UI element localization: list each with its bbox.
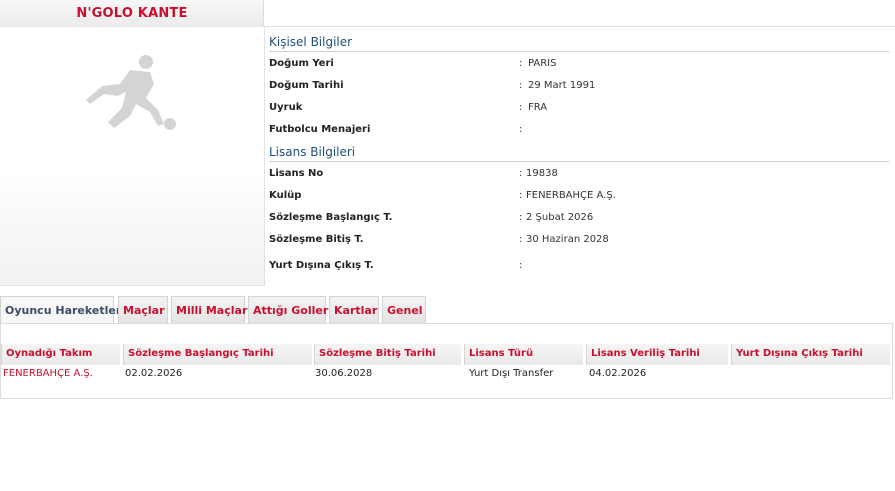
info-label: Sözleşme Başlangıç T. <box>269 212 393 223</box>
cell-license-type: Yurt Dışı Transfer <box>469 368 554 379</box>
info-colon: : <box>519 260 523 271</box>
info-colon: : <box>519 190 523 201</box>
info-row-nationality: Uyruk : FRA <box>269 102 889 118</box>
info-row-club: Kulüp : FENERBAHÇE A.Ş. <box>269 190 889 206</box>
info-colon: : <box>519 102 523 113</box>
personal-info-title: Kişisel Bilgiler <box>269 35 889 52</box>
player-name: N'GOLO KANTE <box>76 6 188 21</box>
info-row-birthdate: Doğum Tarihi : 29 Mart 1991 <box>269 80 889 96</box>
column-header-contract-end: Sözleşme Bitiş Tarihi <box>314 344 462 365</box>
info-label: Futbolcu Menajeri <box>269 124 371 135</box>
info-label: Lisans No <box>269 168 324 179</box>
column-header-abroad-exit: Yurt Dışına Çıkış Tarihi <box>731 344 891 365</box>
column-header-team: Oynadığı Takım <box>1 344 121 365</box>
tab-national-matches[interactable]: Milli Maçlar <box>171 296 247 323</box>
license-info-title: Lisans Bilgileri <box>269 145 889 162</box>
info-row-license-no: Lisans No : 19838 <box>269 168 889 184</box>
info-colon: : <box>519 80 523 91</box>
tab-matches[interactable]: Maçlar <box>118 296 168 323</box>
info-label: Yurt Dışına Çıkış T. <box>269 260 374 271</box>
column-header-license-date: Lisans Veriliş Tarihi <box>586 344 729 365</box>
tab-general[interactable]: Genel <box>382 296 426 323</box>
info-row-contract-end: Sözleşme Bitiş T. : 30 Haziran 2028 <box>269 234 889 250</box>
info-value: FENERBAHÇE A.Ş. <box>526 190 616 201</box>
info-value: 2 Şubat 2026 <box>526 212 594 223</box>
info-row-contract-start: Sözleşme Başlangıç T. : 2 Şubat 2026 <box>269 212 889 228</box>
info-label: Kulüp <box>269 190 302 201</box>
tab-goals[interactable]: Attığı Goller <box>248 296 328 323</box>
cell-license-date: 04.02.2026 <box>589 368 647 379</box>
info-colon: : <box>519 124 523 135</box>
info-row-birthplace: Doğum Yeri : PARIS <box>269 58 889 74</box>
info-colon: : <box>519 58 523 69</box>
cell-team[interactable]: FENERBAHÇE A.Ş. <box>3 368 93 379</box>
info-colon: : <box>519 212 523 223</box>
info-label: Doğum Tarihi <box>269 80 344 91</box>
column-header-license-type: Lisans Türü <box>464 344 584 365</box>
movements-table: Oynadığı Takım Sözleşme Başlangıç Tarihi… <box>0 323 893 399</box>
info-label: Doğum Yeri <box>269 58 334 69</box>
tab-player-movements[interactable]: Oyuncu Hareketleri <box>0 296 125 323</box>
info-value: 29 Mart 1991 <box>528 80 596 91</box>
player-info-panel: Kişisel Bilgiler Doğum Yeri : PARIS Doğu… <box>264 26 895 286</box>
info-colon: : <box>519 168 523 179</box>
info-row-abroad-exit: Yurt Dışına Çıkış T. : <box>269 260 889 276</box>
info-label: Sözleşme Bitiş T. <box>269 234 364 245</box>
info-value: 19838 <box>526 168 558 179</box>
tab-cards[interactable]: Kartlar <box>329 296 379 323</box>
footballer-silhouette-icon <box>86 55 176 130</box>
column-header-contract-start: Sözleşme Başlangıç Tarihi <box>123 344 313 365</box>
cell-contract-end: 30.06.2028 <box>315 368 373 379</box>
player-name-tab: N'GOLO KANTE <box>0 0 264 27</box>
info-value: PARIS <box>528 58 557 69</box>
player-tabs: Oyuncu Hareketleri Maçlar Milli Maçlar A… <box>0 296 895 323</box>
info-row-agent: Futbolcu Menajeri : <box>269 124 889 140</box>
info-value: 30 Haziran 2028 <box>526 234 609 245</box>
info-value: FRA <box>528 102 548 113</box>
info-label: Uyruk <box>269 102 303 113</box>
cell-contract-start: 02.02.2026 <box>125 368 183 379</box>
info-colon: : <box>519 234 523 245</box>
